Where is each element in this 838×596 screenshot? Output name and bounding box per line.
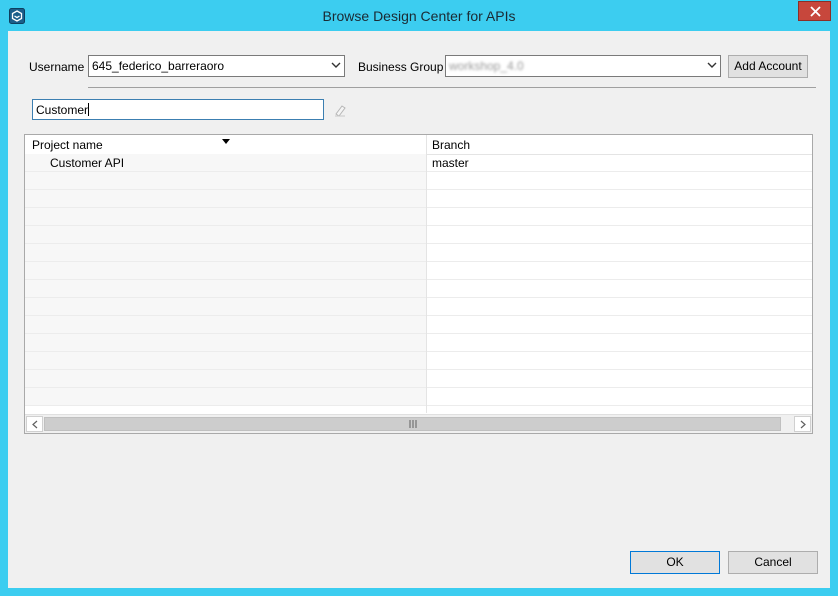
scroll-left-button[interactable] — [26, 416, 43, 432]
sort-descending-icon — [222, 139, 230, 144]
column-divider[interactable] — [426, 135, 427, 413]
scroll-thumb[interactable] — [44, 417, 781, 431]
window-title: Browse Design Center for APIs — [322, 8, 516, 24]
empty-row — [25, 262, 812, 280]
empty-row — [25, 352, 812, 370]
empty-row — [25, 226, 812, 244]
scroll-right-button[interactable] — [794, 416, 811, 432]
empty-row — [25, 316, 812, 334]
chevron-down-icon — [707, 62, 717, 68]
close-button[interactable] — [798, 1, 831, 21]
chevron-left-icon — [32, 420, 38, 429]
text-caret — [88, 103, 90, 116]
dialog-window: Browse Design Center for APIs Username 6… — [0, 0, 838, 596]
grip-icon — [409, 420, 417, 428]
search-input[interactable]: Customer — [32, 99, 324, 120]
username-value: 645_federico_barreraoro — [92, 59, 225, 73]
title-bar[interactable]: Browse Design Center for APIs — [0, 0, 838, 31]
divider — [88, 87, 816, 88]
cancel-button[interactable]: Cancel — [728, 551, 818, 574]
empty-row — [25, 244, 812, 262]
empty-row — [25, 370, 812, 388]
empty-row — [25, 334, 812, 352]
column-header-project-name[interactable]: Project name — [32, 138, 103, 152]
empty-row — [25, 190, 812, 208]
project-name-cell: Customer API — [50, 156, 125, 170]
dialog-body: Username 645_federico_barreraoro Busines… — [8, 31, 830, 588]
empty-row — [25, 172, 812, 190]
business-group-select[interactable]: workshop_4.0 — [445, 55, 721, 77]
column-header-branch[interactable]: Branch — [432, 138, 470, 152]
chevron-right-icon — [800, 420, 806, 429]
ok-button[interactable]: OK — [630, 551, 720, 574]
close-icon — [810, 6, 821, 17]
empty-row — [25, 280, 812, 298]
username-select[interactable]: 645_federico_barreraoro — [88, 55, 345, 77]
search-value: Customer — [36, 103, 89, 117]
clear-search-icon[interactable] — [333, 103, 347, 120]
username-label: Username — [29, 60, 85, 74]
empty-row — [25, 388, 812, 406]
horizontal-scrollbar[interactable] — [25, 414, 812, 433]
branch-cell: master — [432, 156, 469, 170]
table-header: Project name Branch — [25, 135, 812, 155]
add-account-button[interactable]: Add Account — [728, 55, 808, 78]
projects-table[interactable]: Project name Branch Customer API master — [24, 134, 813, 434]
empty-row — [25, 298, 812, 316]
chevron-down-icon — [331, 62, 341, 68]
business-group-value: workshop_4.0 — [449, 59, 524, 73]
table-row[interactable]: Customer API master — [25, 154, 812, 172]
business-group-label: Business Group — [358, 60, 444, 74]
empty-row — [25, 208, 812, 226]
